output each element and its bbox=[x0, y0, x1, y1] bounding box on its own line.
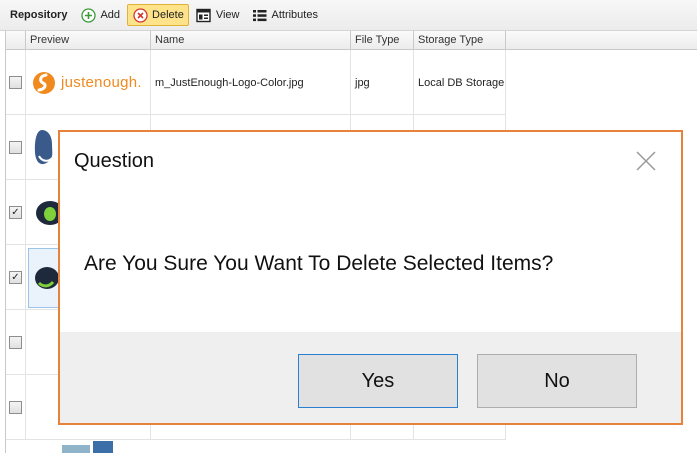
column-header-name[interactable]: Name bbox=[151, 31, 351, 50]
table-row[interactable]: justenough. m_JustEnough-Logo-Color.jpg … bbox=[6, 50, 506, 115]
row-checkbox[interactable] bbox=[9, 76, 22, 89]
row-checkbox[interactable] bbox=[9, 336, 22, 349]
toolbar-title: Repository bbox=[10, 9, 68, 21]
no-button[interactable]: No bbox=[477, 354, 637, 408]
list-icon bbox=[252, 7, 268, 23]
add-button-label: Add bbox=[100, 9, 121, 21]
select-column-header bbox=[6, 31, 26, 50]
add-icon bbox=[80, 7, 96, 23]
toolbar: Repository Add Delete View Attributes bbox=[0, 0, 697, 31]
row-checkbox-checked[interactable]: ✓ bbox=[9, 206, 22, 219]
confirm-delete-dialog: Question Are You Sure You Want To Delete… bbox=[58, 130, 683, 425]
dialog-title: Question bbox=[74, 150, 155, 172]
yes-button[interactable]: Yes bbox=[298, 354, 458, 408]
attributes-button[interactable]: Attributes bbox=[247, 4, 323, 26]
column-header-storage-type[interactable]: Storage Type bbox=[414, 31, 506, 50]
sneaker-icon bbox=[35, 266, 59, 289]
delete-button[interactable]: Delete bbox=[127, 4, 189, 26]
delete-icon bbox=[132, 7, 148, 23]
preview-cell: justenough. bbox=[26, 50, 151, 115]
view-button-label: View bbox=[215, 9, 240, 21]
column-header-preview[interactable]: Preview bbox=[26, 31, 151, 50]
column-header-file-type[interactable]: File Type bbox=[351, 31, 414, 50]
name-cell: m_JustEnough-Logo-Color.jpg bbox=[151, 50, 351, 115]
partial-thumbnail bbox=[62, 441, 118, 453]
file-type-cell: jpg bbox=[351, 50, 414, 115]
justenough-logo-text: justenough. bbox=[61, 74, 142, 91]
dialog-footer: Yes No bbox=[60, 332, 681, 423]
close-icon[interactable] bbox=[633, 148, 659, 174]
row-checkbox-checked[interactable]: ✓ bbox=[9, 271, 22, 284]
storage-type-cell: Local DB Storage bbox=[414, 50, 506, 115]
dialog-message: Are You Sure You Want To Delete Selected… bbox=[84, 252, 554, 275]
view-button[interactable]: View bbox=[191, 4, 245, 26]
attributes-button-label: Attributes bbox=[271, 9, 318, 21]
grid-header: Preview Name File Type Storage Type bbox=[6, 31, 697, 50]
row-checkbox[interactable] bbox=[9, 141, 22, 154]
delete-button-label: Delete bbox=[152, 9, 184, 21]
row-checkbox[interactable] bbox=[9, 401, 22, 414]
view-icon bbox=[196, 7, 212, 23]
justenough-logo-mark bbox=[33, 71, 55, 94]
add-button[interactable]: Add bbox=[75, 4, 125, 26]
